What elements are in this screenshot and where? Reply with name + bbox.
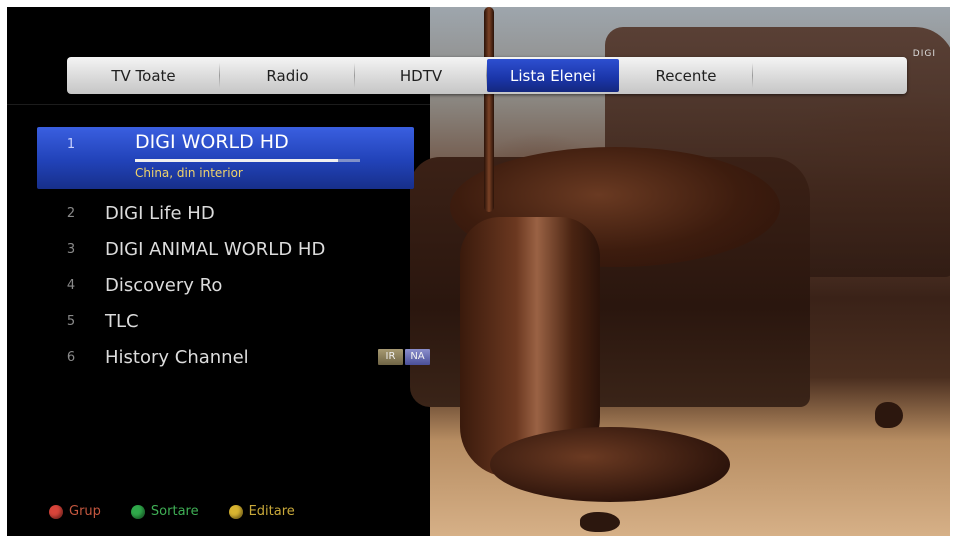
- channel-name: DIGI ANIMAL WORLD HD: [105, 238, 326, 260]
- current-program: China, din interior: [135, 166, 243, 180]
- program-progress-bar: [135, 159, 360, 162]
- legend-label: Sortare: [150, 504, 199, 519]
- channel-name: TLC: [105, 310, 139, 332]
- legend-grup[interactable]: Grup: [49, 504, 101, 519]
- channel-row[interactable]: 6 History Channel IR NA: [37, 339, 430, 375]
- channel-row[interactable]: 4 Discovery Ro: [37, 267, 414, 303]
- channel-name: DIGI Life HD: [105, 202, 215, 224]
- channel-number: 4: [66, 277, 76, 293]
- legend-editare[interactable]: Editare: [228, 504, 295, 519]
- channel-number: 6: [66, 349, 76, 365]
- channel-name: Discovery Ro: [105, 274, 223, 296]
- list-divider: [7, 104, 430, 105]
- channel-name: History Channel: [105, 346, 249, 368]
- red-button-icon: [49, 504, 63, 519]
- channel-number: 3: [66, 241, 76, 257]
- tab-lista-elenei[interactable]: Lista Elenei: [487, 59, 619, 92]
- legend-label: Editare: [248, 504, 295, 519]
- program-progress-fill: [135, 159, 338, 162]
- legend-sortare[interactable]: Sortare: [130, 504, 199, 519]
- channel-row[interactable]: 5 TLC: [37, 303, 414, 339]
- na-badge: NA: [405, 349, 430, 365]
- crumb: [875, 402, 903, 428]
- tab-hdtv[interactable]: HDTV: [355, 57, 487, 94]
- color-key-legend: Grup Sortare Editare: [49, 504, 325, 519]
- tv-screen: DIGI TV Toate Radio HDTV Lista Elenei Re…: [7, 7, 950, 536]
- channel-number: 5: [66, 313, 76, 329]
- legend-label: Grup: [69, 504, 101, 519]
- tab-radio[interactable]: Radio: [220, 57, 355, 94]
- tab-recente[interactable]: Recente: [619, 57, 753, 94]
- channel-badges: IR NA: [378, 349, 430, 365]
- channel-name: DIGI WORLD HD: [135, 131, 289, 153]
- green-button-icon: [130, 504, 145, 519]
- category-tab-bar: TV Toate Radio HDTV Lista Elenei Recente: [67, 57, 907, 94]
- ir-badge: IR: [378, 349, 403, 365]
- chocolate-pool: [490, 427, 730, 502]
- channel-number: 1: [66, 137, 76, 152]
- channel-row[interactable]: 2 DIGI Life HD: [37, 195, 414, 231]
- tab-tv-toate[interactable]: TV Toate: [67, 57, 220, 94]
- channel-row[interactable]: 3 DIGI ANIMAL WORLD HD: [37, 231, 414, 267]
- tab-empty[interactable]: [753, 57, 907, 94]
- channel-number: 2: [66, 205, 76, 221]
- yellow-button-icon: [228, 504, 243, 519]
- crumb: [580, 512, 620, 532]
- chocolate-stream: [484, 7, 494, 212]
